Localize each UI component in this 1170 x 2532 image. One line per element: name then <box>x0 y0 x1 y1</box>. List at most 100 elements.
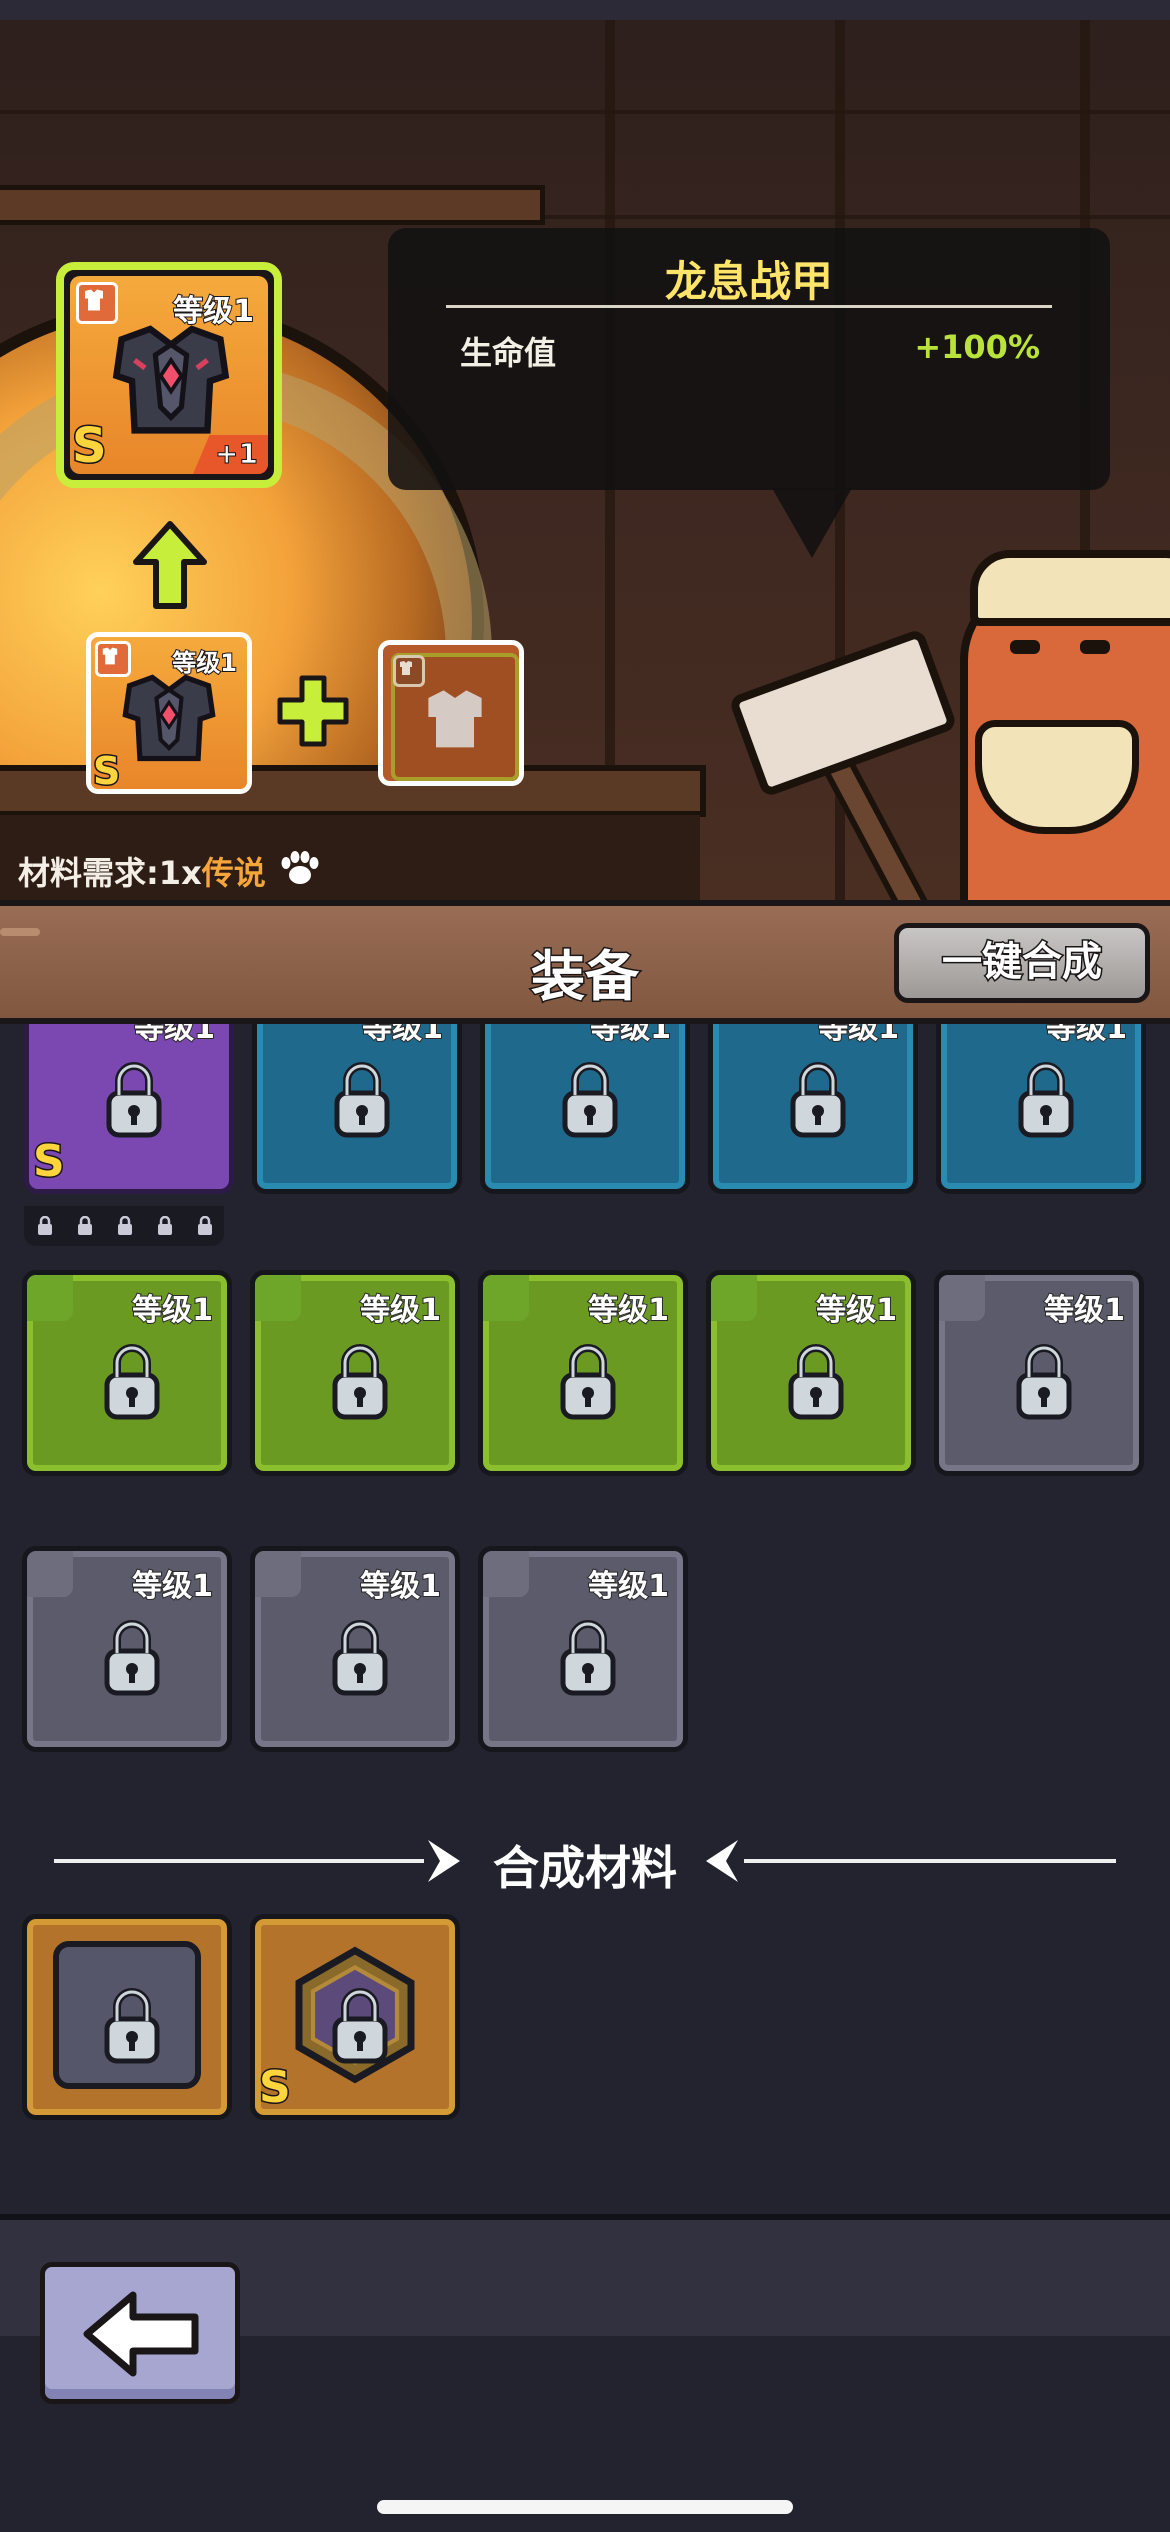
lock-icon <box>104 1344 160 1420</box>
material-item[interactable]: S <box>250 1914 460 2120</box>
fusion-result-slot[interactable]: 等级1 S +1 <box>56 262 282 488</box>
armor-icon <box>102 647 118 665</box>
tooltip-tail <box>772 488 852 558</box>
item-level: 等级1 <box>815 1292 898 1329</box>
tooltip-divider <box>446 305 1052 308</box>
inventory-item[interactable]: 等级1 S <box>24 1024 234 1194</box>
blacksmith-eye <box>1080 640 1110 654</box>
inventory-item[interactable]: 等级1 <box>250 1546 460 1752</box>
material-requirement-label: 材料需求:1x <box>18 854 202 892</box>
lock-icon <box>158 1216 172 1235</box>
forge-scene: 龙息战甲 生命值 +100% 等级1 S +1 等级1 S 材料需求:1x传说 <box>0 0 1170 900</box>
item-level: 等级1 <box>361 1024 444 1047</box>
equipment-titlebar: 装备 一键合成 <box>0 900 1170 1024</box>
armor-type-badge <box>483 1551 529 1597</box>
inventory-item[interactable]: 等级1 <box>480 1024 690 1194</box>
armor-type-badge <box>711 1275 757 1321</box>
bottom-bar <box>0 2214 1170 2532</box>
item-level: 等级1 <box>1043 1292 1126 1329</box>
equipment-inventory[interactable]: 等级1 S 等级1 等级1 等级1 等级1 等级1 等级1 等级1 等级1 等级… <box>0 1024 1170 2214</box>
item-level: 等级1 <box>1045 1024 1128 1047</box>
armor-type-badge <box>27 1551 73 1597</box>
lock-icon <box>106 1062 162 1138</box>
wall-plank <box>0 110 1170 114</box>
inventory-item[interactable]: 等级1 <box>250 1270 460 1476</box>
rank-s: S <box>91 748 121 795</box>
item-level: 等级1 <box>817 1024 900 1047</box>
lock-icon <box>78 1216 92 1235</box>
stat-label: 生命值 <box>460 334 557 372</box>
home-indicator[interactable] <box>377 2500 793 2514</box>
fusion-source-slot[interactable]: 等级1 S <box>86 632 252 795</box>
item-level: 等级1 <box>587 1292 670 1329</box>
equipped-lock-row <box>24 1206 224 1246</box>
armor-placeholder-icon <box>428 690 482 748</box>
paw-icon <box>281 851 319 884</box>
lock-icon <box>104 1620 160 1696</box>
inventory-item[interactable]: 等级1 <box>478 1270 688 1476</box>
lock-icon <box>198 1216 212 1235</box>
blacksmith-eye <box>1010 640 1040 654</box>
lock-icon <box>332 1988 388 2064</box>
item-level: 等级1 <box>133 1024 216 1047</box>
armor-type-badge <box>483 1275 529 1321</box>
screen-root: 龙息战甲 生命值 +100% 等级1 S +1 等级1 S 材料需求:1x传说 … <box>0 0 1170 2532</box>
fusion-material-slot[interactable] <box>378 640 524 786</box>
inventory-item[interactable]: 等级1 <box>936 1024 1146 1194</box>
furnace-hood <box>0 185 545 225</box>
auto-merge-button[interactable]: 一键合成 <box>894 923 1150 1003</box>
divider-line-right <box>744 1859 1116 1863</box>
lock-icon <box>788 1344 844 1420</box>
inventory-item[interactable]: 等级1 <box>934 1270 1144 1476</box>
lock-icon <box>562 1062 618 1138</box>
armor-icon <box>85 289 103 311</box>
blacksmith-character <box>720 540 1170 900</box>
materials-heading: 合成材料 <box>493 1841 677 1895</box>
item-tooltip: 龙息战甲 生命值 +100% <box>388 228 1110 490</box>
item-level: 等级1 <box>587 1568 670 1605</box>
material-requirement: 材料需求:1x传说 <box>18 848 266 894</box>
inventory-item[interactable]: 等级1 <box>22 1546 232 1752</box>
back-arrow-icon <box>83 2291 199 2377</box>
blacksmith-beard <box>975 720 1139 834</box>
lock-icon <box>332 1620 388 1696</box>
lock-icon <box>334 1062 390 1138</box>
plus-icon <box>277 675 349 747</box>
item-level: 等级1 <box>359 1292 442 1329</box>
inventory-item[interactable]: 等级1 <box>478 1546 688 1752</box>
material-item[interactable] <box>22 1914 232 2120</box>
dragon-armor-icon <box>112 325 230 434</box>
inventory-item[interactable]: 等级1 <box>708 1024 918 1194</box>
item-name: 龙息战甲 <box>664 257 833 306</box>
lock-icon <box>1016 1344 1072 1420</box>
status-bar <box>0 0 1170 20</box>
rank-s: S <box>71 417 109 475</box>
material-rarity: 传说 <box>201 854 266 892</box>
item-level: 等级1 <box>359 1568 442 1605</box>
armor-type-badge <box>255 1551 301 1597</box>
lock-icon <box>118 1216 132 1235</box>
inventory-item[interactable]: 等级1 <box>252 1024 462 1194</box>
armor-type-badge <box>27 1275 73 1321</box>
armor-type-badge <box>255 1275 301 1321</box>
arrow-up-icon <box>133 521 207 609</box>
inventory-item[interactable]: 等级1 <box>706 1270 916 1476</box>
lock-icon <box>560 1620 616 1696</box>
inventory-item[interactable]: 等级1 <box>22 1270 232 1476</box>
lock-icon <box>332 1344 388 1420</box>
lock-icon <box>104 1988 160 2064</box>
item-level: 等级1 <box>589 1024 672 1047</box>
rank-s: S <box>258 2061 293 2115</box>
rank-s: S <box>32 1135 67 1189</box>
dragon-armor-icon <box>122 674 216 762</box>
armor-icon <box>400 661 412 675</box>
item-level: 等级1 <box>131 1568 214 1605</box>
blacksmith-hair <box>970 550 1170 626</box>
lock-icon <box>560 1344 616 1420</box>
armor-type-badge <box>939 1275 985 1321</box>
stat-value: +100% <box>914 328 1040 366</box>
item-level: 等级1 <box>131 1292 214 1329</box>
lock-icon <box>38 1216 52 1235</box>
lock-icon <box>790 1062 846 1138</box>
back-button[interactable] <box>40 2262 240 2404</box>
